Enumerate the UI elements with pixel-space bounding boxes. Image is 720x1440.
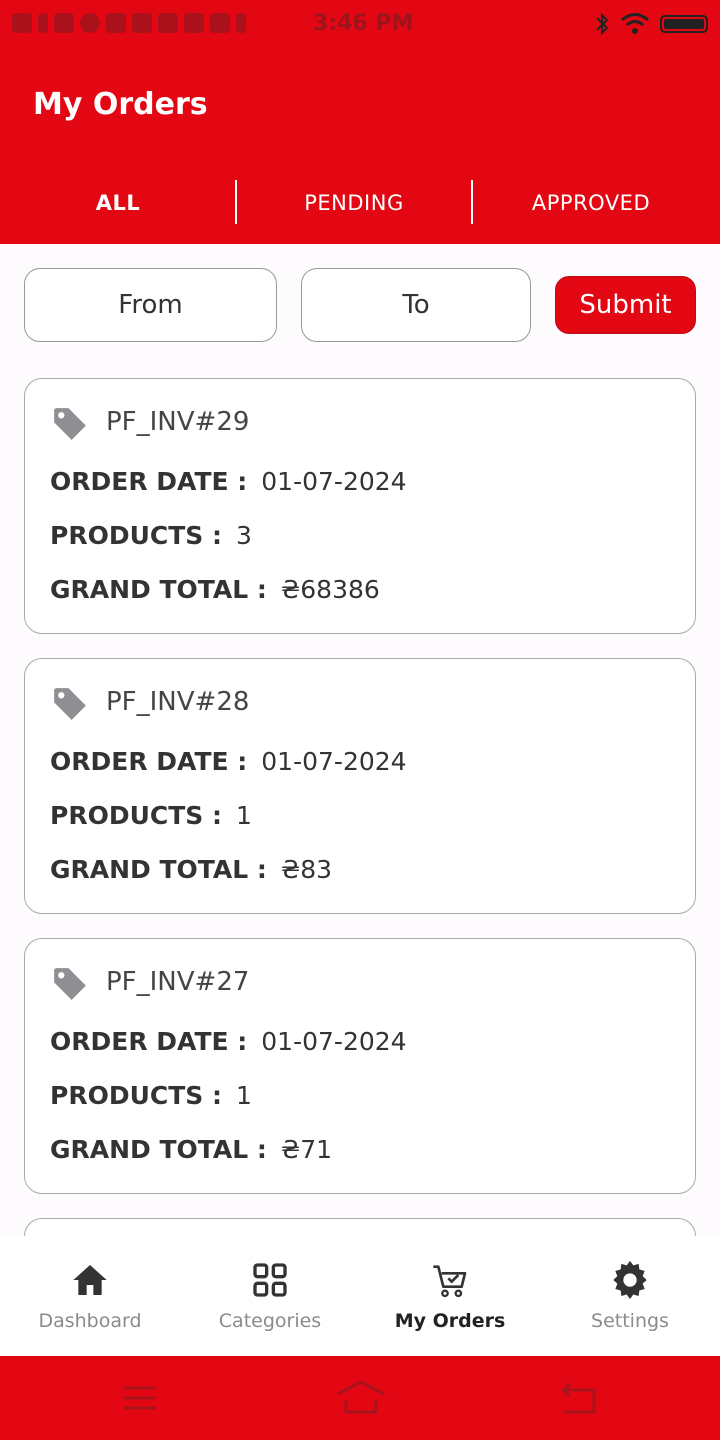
grand-total-row: GRAND TOTAL : ₴68386 [50,575,380,604]
products-label: PRODUCTS : [50,521,222,550]
cart-icon [433,1265,467,1298]
date-filter: From To Submit [0,268,720,344]
order-card-partial[interactable] [24,1218,696,1236]
products-value: 1 [236,801,252,830]
notification-icon [12,13,32,33]
products-row: PRODUCTS : 1 [50,1081,252,1110]
grand-total-row: GRAND TOTAL : ₴83 [50,855,332,884]
status-bar: 3:46 PM [0,0,720,50]
notification-icon [184,13,204,33]
nav-categories[interactable]: Categories [180,1236,360,1356]
order-date-label: ORDER DATE : [50,747,248,776]
from-date-field[interactable]: From [24,268,277,342]
order-date-value: 01-07-2024 [261,467,407,496]
status-right [594,12,708,36]
order-date-row: ORDER DATE : 01-07-2024 [50,1027,407,1056]
order-date-label: ORDER DATE : [50,1027,248,1056]
app-header: My Orders ALL PENDING APPROVED [0,50,720,244]
notification-icon [210,13,230,33]
status-time: 3:46 PM [313,11,414,36]
home-button-icon[interactable] [336,1378,386,1418]
order-date-label: ORDER DATE : [50,467,248,496]
products-label: PRODUCTS : [50,801,222,830]
notification-icon [236,13,246,33]
products-value: 1 [236,1081,252,1110]
submit-button[interactable]: Submit [555,276,696,334]
nav-dashboard[interactable]: Dashboard [0,1236,180,1356]
tab-approved[interactable]: APPROVED [472,176,710,230]
notification-icon [80,13,100,33]
grand-total-row: GRAND TOTAL : ₴71 [50,1135,332,1164]
tag-icon [54,688,86,720]
nav-label: Categories [218,1310,322,1332]
grand-total-label: GRAND TOTAL : [50,575,267,604]
order-date-row: ORDER DATE : 01-07-2024 [50,467,407,496]
invoice-number: PF_INV#28 [106,687,250,717]
back-icon[interactable] [558,1378,598,1418]
nav-label: Settings [591,1310,669,1332]
menu-icon[interactable] [120,1378,160,1418]
order-card[interactable]: PF_INV#29 ORDER DATE : 01-07-2024 PRODUCT… [24,378,696,634]
grand-total-value: ₴68386 [280,575,380,604]
notification-icon [158,13,178,33]
invoice-number: PF_INV#27 [106,967,250,997]
usb-icon [38,13,48,33]
products-row: PRODUCTS : 1 [50,801,252,830]
battery-icon [660,15,708,33]
system-nav-bar [0,1356,720,1440]
grid-icon [253,1263,287,1297]
products-label: PRODUCTS : [50,1081,222,1110]
grand-total-value: ₴71 [280,1135,333,1164]
notification-icons [12,13,246,33]
notification-icon [106,13,126,33]
nav-label: My Orders [394,1310,506,1332]
gear-icon [613,1260,647,1299]
tag-icon [54,968,86,1000]
invoice-number: PF_INV#29 [106,407,250,437]
nav-my-orders[interactable]: My Orders [360,1236,540,1356]
notification-icon [54,13,74,33]
order-card[interactable]: PF_INV#27 ORDER DATE : 01-07-2024 PRODUCT… [24,938,696,1194]
to-date-field[interactable]: To [301,268,531,342]
grand-total-label: GRAND TOTAL : [50,855,267,884]
tab-all[interactable]: ALL [0,176,236,230]
bluetooth-icon [596,12,609,36]
tag-icon [54,408,86,440]
home-icon [73,1265,107,1295]
wifi-icon [621,13,649,34]
order-tabs: ALL PENDING APPROVED [0,176,720,230]
order-date-value: 01-07-2024 [261,747,407,776]
order-date-value: 01-07-2024 [261,1027,407,1056]
orders-list: PF_INV#29 ORDER DATE : 01-07-2024 PRODUCT… [0,378,720,1236]
products-value: 3 [236,521,252,550]
nav-label: Dashboard [38,1310,142,1332]
bottom-nav: Dashboard Categories My Orders Settings [0,1236,720,1356]
order-date-row: ORDER DATE : 01-07-2024 [50,747,407,776]
tab-pending[interactable]: PENDING [236,176,472,230]
grand-total-value: ₴83 [280,855,333,884]
page-title: My Orders [33,87,208,122]
nav-settings[interactable]: Settings [540,1236,720,1356]
order-card[interactable]: PF_INV#28 ORDER DATE : 01-07-2024 PRODUCT… [24,658,696,914]
products-row: PRODUCTS : 3 [50,521,252,550]
notification-icon [132,13,152,33]
grand-total-label: GRAND TOTAL : [50,1135,267,1164]
